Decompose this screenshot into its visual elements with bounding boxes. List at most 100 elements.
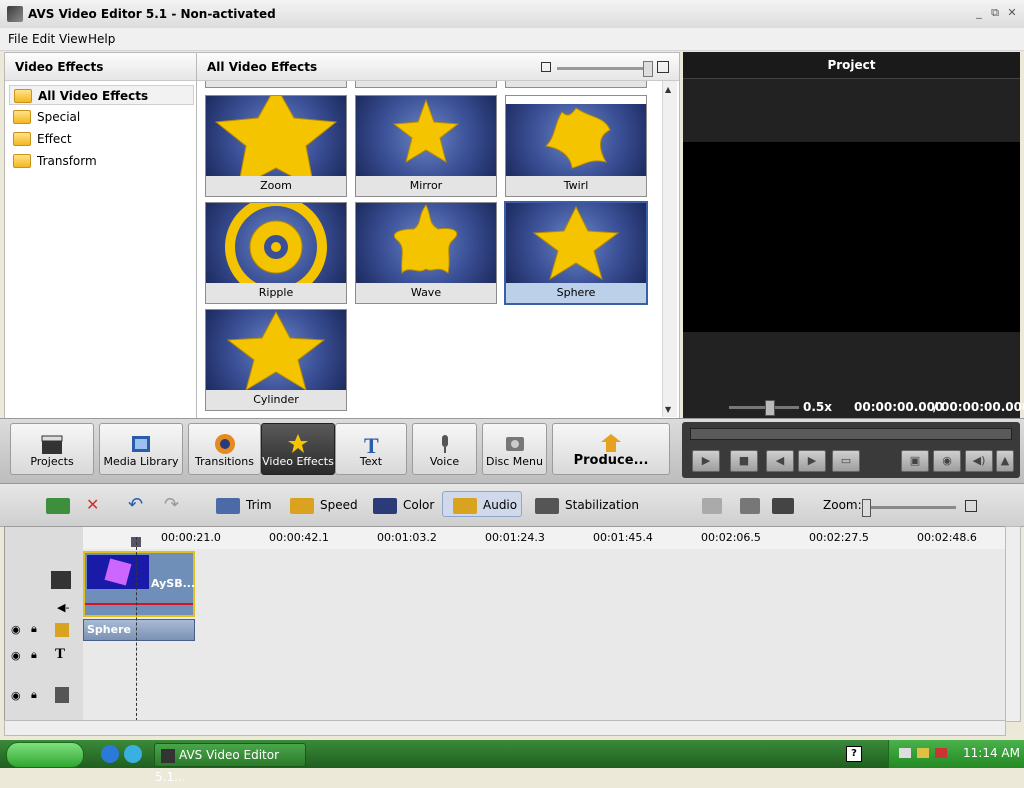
small-thumb-icon[interactable]	[541, 62, 551, 72]
tab-disc-menu[interactable]: Disc Menu	[482, 423, 547, 475]
scroll-up-icon[interactable]: ▲	[665, 85, 671, 94]
zoom-slider[interactable]	[864, 506, 956, 509]
mute-icon[interactable]: ◀-	[57, 601, 69, 614]
effect-twirl[interactable]: Twirl	[505, 95, 647, 197]
timeline-horizontal-scrollbar[interactable]	[4, 720, 1006, 736]
text-icon: T	[359, 432, 383, 458]
tab-label: Produce...	[573, 453, 649, 468]
effect-cylinder[interactable]: Cylinder	[205, 309, 347, 411]
effect-wave[interactable]: Wave	[355, 202, 497, 304]
menu-bar: File Edit View Help	[0, 28, 1024, 51]
video-clip[interactable]: AySB...	[83, 551, 195, 617]
lock-icon[interactable]: 🔒︎	[31, 648, 37, 662]
speed-button[interactable]: Speed	[290, 492, 358, 518]
window-title: AVS Video Editor 5.1 - Non-activated	[28, 7, 276, 21]
tab-transitions[interactable]: Transitions	[188, 423, 261, 475]
lock-icon[interactable]: 🔒︎	[31, 688, 37, 702]
effect-sphere[interactable]: Sphere	[504, 201, 648, 305]
audio-button[interactable]: Audio	[442, 491, 522, 517]
effect-ripple[interactable]: Ripple	[205, 202, 347, 304]
effect-mirror[interactable]: Mirror	[355, 95, 497, 197]
speed-slider-handle[interactable]	[765, 400, 775, 416]
help-icon[interactable]: ?	[846, 746, 862, 762]
star-icon	[214, 96, 338, 176]
audio-label: Audio	[483, 498, 518, 512]
menu-help[interactable]: Help	[88, 32, 115, 46]
eye-icon[interactable]: ◉	[11, 689, 21, 702]
tree-item-label: Special	[37, 110, 81, 124]
tray-icon[interactable]	[899, 748, 911, 758]
menu-view[interactable]: View	[59, 32, 87, 46]
prev-frame-button[interactable]: ◀	[766, 450, 794, 472]
tab-produce[interactable]: Produce...	[552, 423, 670, 475]
color-button[interactable]: Color	[373, 492, 434, 518]
lock-icon[interactable]: 🔒︎	[31, 622, 37, 636]
tree-item-effect[interactable]: Effect	[9, 129, 194, 149]
timeline-vertical-scrollbar[interactable]	[1005, 526, 1021, 722]
tab-projects[interactable]: Projects	[10, 423, 94, 475]
tree-item-transform[interactable]: Transform	[9, 151, 194, 171]
thumbnail-size-slider[interactable]	[557, 67, 649, 70]
speed-slider[interactable]	[729, 406, 799, 409]
webcam-button[interactable]	[740, 492, 766, 518]
timeline-toolbar: ✕ ↶ ↷ Trim Speed Color Audio Stabilizati…	[0, 484, 1024, 527]
maximize-button[interactable]: ⧉	[988, 6, 1002, 20]
seek-bar[interactable]	[690, 428, 1012, 440]
snapshot-button[interactable]: ◉	[933, 450, 961, 472]
volume-menu-button[interactable]: ▲	[996, 450, 1014, 472]
add-to-timeline-button[interactable]	[46, 492, 76, 518]
tray-icon[interactable]	[935, 748, 947, 758]
time-ruler[interactable]: 00:00:21.0 00:00:42.1 00:01:03.2 00:01:2…	[83, 527, 1005, 550]
disc-icon	[503, 432, 527, 456]
tree-item-special[interactable]: Special	[9, 107, 194, 127]
next-frame-button[interactable]: ▶	[798, 450, 826, 472]
monitor-button[interactable]: ▣	[901, 450, 929, 472]
audio-track-icon	[55, 687, 69, 703]
slider-handle[interactable]	[643, 61, 653, 77]
text-track-icon: T	[55, 646, 66, 662]
menu-edit[interactable]: Edit	[32, 32, 55, 46]
redo-button[interactable]: ↷	[164, 492, 179, 518]
tab-text[interactable]: T Text	[335, 423, 407, 475]
minimize-button[interactable]: _	[972, 6, 986, 20]
thumb-partial	[355, 81, 497, 88]
delete-button[interactable]: ✕	[86, 492, 99, 518]
tick-label: 00:01:24.3	[485, 531, 545, 544]
fullscreen-button[interactable]: ▭	[832, 450, 860, 472]
ie-icon[interactable]	[101, 745, 119, 763]
eye-icon[interactable]: ◉	[11, 623, 21, 636]
gallery-scrollbar[interactable]: ▲ ▼	[662, 81, 677, 417]
taskbar-app-item[interactable]: AVS Video Editor 5.1...	[154, 743, 306, 784]
menu-file[interactable]: File	[8, 32, 28, 46]
tab-media-library[interactable]: Media Library	[99, 423, 183, 475]
stop-button[interactable]: ■	[730, 450, 758, 472]
tab-video-effects[interactable]: Video Effects	[261, 423, 335, 475]
effect-label: Cylinder	[253, 393, 299, 406]
large-thumb-icon[interactable]	[657, 61, 669, 73]
volume-button[interactable]: ◀)	[965, 450, 993, 472]
folder-icon	[13, 131, 31, 146]
tree-item-all-effects[interactable]: All Video Effects	[9, 85, 194, 105]
star-icon	[506, 96, 646, 169]
undo-button[interactable]: ↶	[128, 492, 143, 518]
scroll-down-icon[interactable]: ▼	[665, 405, 671, 414]
close-button[interactable]: ✕	[1005, 6, 1019, 20]
effect-label: Twirl	[563, 179, 589, 192]
eye-icon[interactable]: ◉	[11, 649, 21, 662]
trim-button[interactable]: Trim	[216, 492, 272, 518]
speed-label: Speed	[320, 498, 358, 512]
tab-label: Projects	[30, 455, 74, 468]
effect-clip[interactable]: Sphere	[83, 619, 195, 641]
split-button[interactable]	[702, 492, 728, 518]
zoom-slider-handle[interactable]	[862, 499, 871, 517]
fit-icon[interactable]	[965, 500, 977, 512]
view-mode-button[interactable]	[772, 492, 800, 518]
tick-label: 00:00:42.1	[269, 531, 329, 544]
quicklaunch-icon[interactable]	[124, 745, 142, 763]
tab-voice[interactable]: Voice	[412, 423, 477, 475]
tray-icon[interactable]	[917, 748, 929, 758]
effect-zoom[interactable]: Zoom	[205, 95, 347, 197]
start-button[interactable]	[6, 742, 84, 768]
play-button[interactable]: ▶	[692, 450, 720, 472]
stabilization-button[interactable]: Stabilization	[535, 492, 639, 518]
